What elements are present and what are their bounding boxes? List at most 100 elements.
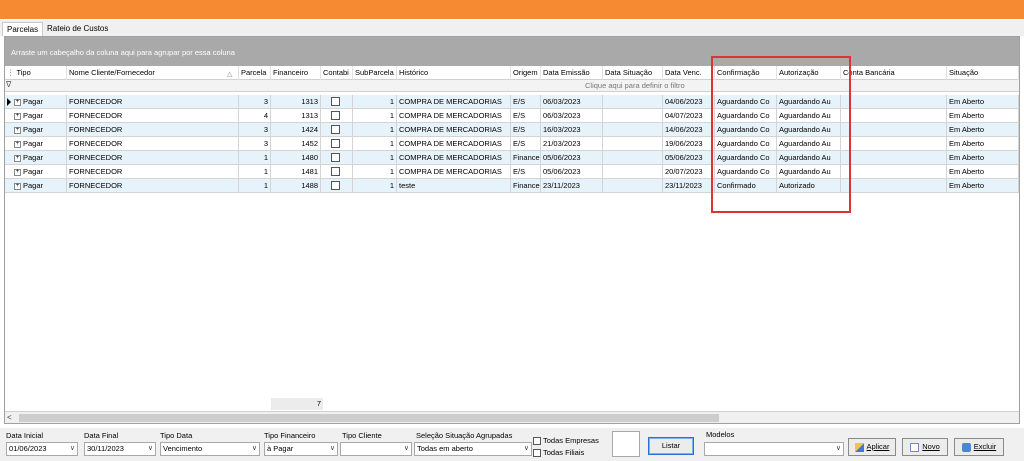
data-final-picker[interactable]: 30/11/2023 ∨	[84, 442, 156, 456]
expand-icon[interactable]: +	[14, 182, 21, 190]
cell-contabi[interactable]	[321, 165, 353, 179]
cell-financeiro[interactable]: 1481	[271, 165, 321, 179]
cell-situacao-data[interactable]	[603, 165, 663, 179]
cell-autorizacao[interactable]: Aguardando Au	[777, 151, 841, 165]
expand-icon[interactable]: +	[14, 126, 21, 134]
cell-origem[interactable]: E/S	[511, 95, 541, 109]
cell-confirmacao[interactable]: Aguardando Co	[715, 151, 777, 165]
cell-contabi[interactable]	[321, 109, 353, 123]
cell-tipo[interactable]: + Pagar	[5, 151, 67, 165]
cell-autorizacao[interactable]: Aguardando Au	[777, 95, 841, 109]
cell-venc[interactable]: 20/07/2023	[663, 165, 715, 179]
table-row[interactable]: + Pagar FORNECEDOR 1 1481 1 COMPRA DE MERCADOR…	[5, 165, 1019, 179]
cell-origem[interactable]: Finance	[511, 179, 541, 193]
cell-confirmacao[interactable]: Aguardando Co	[715, 109, 777, 123]
contabi-checkbox[interactable]	[331, 153, 340, 162]
column-header-contabi[interactable]: Contabi	[321, 66, 353, 80]
cell-parcela[interactable]: 3	[239, 137, 271, 151]
cell-subparcela[interactable]: 1	[353, 95, 397, 109]
cell-autorizacao[interactable]: Aguardando Au	[777, 165, 841, 179]
expand-icon[interactable]: +	[14, 140, 21, 148]
column-header-data-emissao[interactable]: Data Emissão	[541, 66, 603, 80]
cell-venc[interactable]: 19/06/2023	[663, 137, 715, 151]
table-row[interactable]: + Pagar FORNECEDOR 1 1480 1 COMPRA DE MERCADOR…	[5, 151, 1019, 165]
cell-contabi[interactable]	[321, 151, 353, 165]
cell-situacao[interactable]: Em Aberto	[947, 109, 1019, 123]
cell-parcela[interactable]: 1	[239, 165, 271, 179]
cell-historico[interactable]: COMPRA DE MERCADORIAS	[397, 137, 511, 151]
cell-contabi[interactable]	[321, 123, 353, 137]
column-header-data-venc[interactable]: Data Venc.	[663, 66, 715, 80]
column-header-confirmacao[interactable]: Confirmação	[715, 66, 777, 80]
contabi-checkbox[interactable]	[331, 97, 340, 106]
cell-subparcela[interactable]: 1	[353, 137, 397, 151]
cell-nome[interactable]: FORNECEDOR	[67, 95, 239, 109]
cell-confirmacao[interactable]: Aguardando Co	[715, 165, 777, 179]
column-header-financeiro[interactable]: Financeiro	[271, 66, 321, 80]
column-header-conta-bancaria[interactable]: Conta Bancária	[841, 66, 947, 80]
filter-hint[interactable]: Clique aqui para definir o filtro	[585, 80, 685, 91]
cell-conta[interactable]	[841, 165, 947, 179]
cell-tipo[interactable]: + Pagar	[5, 179, 67, 193]
cell-tipo[interactable]: + Pagar	[5, 165, 67, 179]
column-header-data-situacao[interactable]: Data Situação	[603, 66, 663, 80]
cell-financeiro[interactable]: 1452	[271, 137, 321, 151]
cell-contabi[interactable]	[321, 95, 353, 109]
expand-icon[interactable]: +	[14, 98, 21, 106]
cell-financeiro[interactable]: 1424	[271, 123, 321, 137]
cell-financeiro[interactable]: 1313	[271, 95, 321, 109]
todas-empresas-checkbox[interactable]: Todas Empresas	[533, 436, 599, 446]
column-header-origem[interactable]: Origem	[511, 66, 541, 80]
table-row[interactable]: + Pagar FORNECEDOR 4 1313 1 COMPRA DE MERCADOR…	[5, 109, 1019, 123]
cell-parcela[interactable]: 4	[239, 109, 271, 123]
column-header-autorizacao[interactable]: Autorização	[777, 66, 841, 80]
cell-venc[interactable]: 23/11/2023	[663, 179, 715, 193]
cell-tipo[interactable]: + Pagar	[5, 95, 67, 109]
scrollbar-thumb[interactable]	[19, 414, 719, 422]
cell-venc[interactable]: 05/06/2023	[663, 151, 715, 165]
cell-situacao-data[interactable]	[603, 95, 663, 109]
column-header-historico[interactable]: Histórico	[397, 66, 511, 80]
novo-button[interactable]: Novo	[902, 438, 948, 456]
cell-situacao[interactable]: Em Aberto	[947, 95, 1019, 109]
cell-subparcela[interactable]: 1	[353, 109, 397, 123]
cell-conta[interactable]	[841, 123, 947, 137]
cell-origem[interactable]: E/S	[511, 137, 541, 151]
cell-subparcela[interactable]: 1	[353, 179, 397, 193]
cell-emissao[interactable]: 23/11/2023	[541, 179, 603, 193]
cell-situacao-data[interactable]	[603, 179, 663, 193]
scroll-left-icon[interactable]: <	[7, 412, 12, 423]
listar-button[interactable]: Listar	[648, 437, 694, 455]
cell-nome[interactable]: FORNECEDOR	[67, 109, 239, 123]
tipo-data-select[interactable]: Vencimento ∨	[160, 442, 260, 456]
cell-subparcela[interactable]: 1	[353, 165, 397, 179]
cell-situacao-data[interactable]	[603, 123, 663, 137]
column-header-nome[interactable]: Nome Cliente/Fornecedor △	[67, 66, 239, 80]
contabi-checkbox[interactable]	[331, 181, 340, 190]
cell-emissao[interactable]: 06/03/2023	[541, 109, 603, 123]
expand-icon[interactable]: +	[14, 168, 21, 176]
cell-tipo[interactable]: + Pagar	[5, 109, 67, 123]
cell-nome[interactable]: FORNECEDOR	[67, 165, 239, 179]
cell-financeiro[interactable]: 1313	[271, 109, 321, 123]
quantity-field[interactable]	[612, 431, 640, 457]
cell-nome[interactable]: FORNECEDOR	[67, 137, 239, 151]
column-header-situacao[interactable]: Situação	[947, 66, 1019, 80]
cell-contabi[interactable]	[321, 137, 353, 151]
cell-venc[interactable]: 04/07/2023	[663, 109, 715, 123]
cell-historico[interactable]: COMPRA DE MERCADORIAS	[397, 109, 511, 123]
cell-contabi[interactable]	[321, 179, 353, 193]
cell-emissao[interactable]: 06/03/2023	[541, 95, 603, 109]
cell-subparcela[interactable]: 1	[353, 123, 397, 137]
filter-icon[interactable]: ∇	[6, 80, 11, 89]
expand-icon[interactable]: +	[14, 154, 21, 162]
cell-tipo[interactable]: + Pagar	[5, 137, 67, 151]
cell-historico[interactable]: COMPRA DE MERCADORIAS	[397, 165, 511, 179]
cell-financeiro[interactable]: 1480	[271, 151, 321, 165]
filter-row[interactable]: ∇ Clique aqui para definir o filtro	[5, 80, 1019, 92]
cell-origem[interactable]: Finance	[511, 151, 541, 165]
cell-situacao[interactable]: Em Aberto	[947, 179, 1019, 193]
cell-origem[interactable]: E/S	[511, 165, 541, 179]
cell-conta[interactable]	[841, 95, 947, 109]
cell-situacao-data[interactable]	[603, 151, 663, 165]
